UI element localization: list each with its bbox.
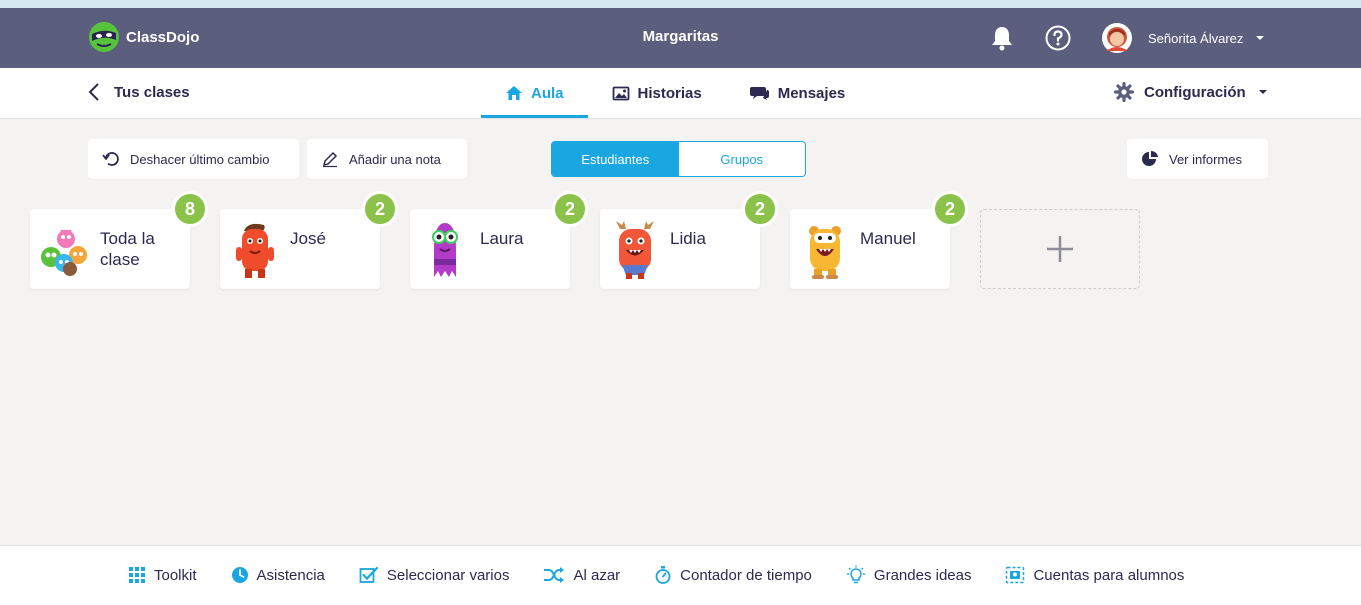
student-accounts-icon bbox=[1006, 566, 1025, 584]
user-name: Señorita Álvarez bbox=[1148, 30, 1244, 46]
checkbox-icon bbox=[359, 566, 379, 583]
monster-avatar-red bbox=[236, 223, 274, 278]
pie-chart-icon bbox=[1142, 150, 1158, 166]
user-avatar bbox=[1102, 23, 1132, 53]
toolkit-button[interactable]: Toolkit bbox=[128, 565, 197, 585]
segment-grupos[interactable]: Grupos bbox=[678, 142, 805, 176]
help-button[interactable] bbox=[1042, 22, 1074, 54]
image-icon bbox=[612, 86, 629, 101]
tab-aula-label: Aula bbox=[531, 84, 564, 102]
monster-avatar-yellow bbox=[809, 226, 841, 279]
random-label: Al azar bbox=[573, 566, 621, 584]
points-badge: 8 bbox=[172, 191, 208, 227]
tab-mensajes-label: Mensajes bbox=[777, 84, 846, 102]
add-note-button[interactable]: Añadir una nota bbox=[307, 139, 467, 179]
student-card-whole-class[interactable]: Toda la clase 8 bbox=[30, 191, 208, 289]
student-name: Manuel bbox=[860, 229, 916, 248]
add-student-button[interactable] bbox=[980, 209, 1140, 289]
points-badge: 2 bbox=[552, 191, 588, 227]
settings-menu[interactable]: Configuración bbox=[1114, 82, 1268, 102]
home-icon bbox=[506, 86, 522, 100]
chevron-down-icon bbox=[1256, 36, 1265, 40]
main-tabs: Aula Historias Mensajes bbox=[481, 68, 869, 118]
classdojo-logo[interactable]: ClassDojo bbox=[88, 21, 199, 53]
student-name: José bbox=[290, 229, 326, 248]
monster-avatar-purple bbox=[432, 223, 458, 277]
timer-label: Contador de tiempo bbox=[680, 566, 812, 584]
view-reports-label: Ver informes bbox=[1169, 151, 1242, 167]
bottom-toolbar: Toolkit Asistencia Seleccionar varios Al… bbox=[0, 545, 1361, 605]
whole-class-avatar bbox=[41, 229, 87, 276]
student-name: Toda la clase bbox=[100, 229, 155, 269]
tab-aula[interactable]: Aula bbox=[481, 68, 588, 118]
pencil-icon bbox=[322, 151, 338, 168]
undo-icon bbox=[102, 152, 119, 166]
back-to-classes[interactable]: Tus clases bbox=[88, 82, 190, 102]
view-segment-control: Estudiantes Grupos bbox=[551, 141, 806, 177]
student-accounts-label: Cuentas para alumnos bbox=[1033, 566, 1185, 584]
points-badge: 2 bbox=[362, 191, 398, 227]
bell-icon bbox=[992, 27, 1012, 51]
student-name: Laura bbox=[480, 229, 524, 248]
plus-icon bbox=[1047, 236, 1073, 262]
tab-historias-label: Historias bbox=[637, 84, 702, 102]
lightbulb-icon bbox=[846, 565, 865, 584]
stopwatch-icon bbox=[655, 566, 671, 584]
chat-icon bbox=[749, 87, 769, 100]
chevron-left-icon bbox=[88, 83, 99, 101]
settings-label: Configuración bbox=[1144, 83, 1246, 101]
grid-icon bbox=[129, 567, 145, 583]
student-card-manuel[interactable]: Manuel 2 bbox=[790, 191, 968, 289]
student-card-jose[interactable]: José 2 bbox=[220, 191, 398, 289]
tab-historias[interactable]: Historias bbox=[588, 68, 726, 118]
toolkit-label: Toolkit bbox=[154, 566, 197, 584]
attendance-label: Asistencia bbox=[256, 566, 325, 584]
notifications-button[interactable] bbox=[986, 22, 1018, 54]
brand-name: ClassDojo bbox=[126, 28, 200, 46]
student-name: Lidia bbox=[670, 229, 706, 248]
view-reports-button[interactable]: Ver informes bbox=[1127, 139, 1268, 179]
timer-button[interactable]: Contador de tiempo bbox=[654, 565, 812, 585]
add-note-label: Añadir una nota bbox=[349, 151, 441, 167]
back-label: Tus clases bbox=[114, 83, 190, 101]
sub-navigation: Tus clases Aula Historias Mensajes Confi… bbox=[0, 68, 1361, 119]
gear-icon bbox=[1114, 82, 1134, 102]
user-menu[interactable]: Señorita Álvarez bbox=[1102, 22, 1265, 54]
chevron-down-icon bbox=[1258, 90, 1267, 94]
shuffle-icon bbox=[544, 567, 565, 583]
select-multiple-button[interactable]: Seleccionar varios bbox=[359, 565, 510, 585]
class-title: Margaritas bbox=[642, 28, 719, 45]
student-accounts-button[interactable]: Cuentas para alumnos bbox=[1005, 565, 1184, 585]
clock-icon bbox=[231, 567, 248, 583]
select-multiple-label: Seleccionar varios bbox=[386, 566, 510, 584]
top-bar: ClassDojo Margaritas Señorita Álvarez bbox=[0, 8, 1361, 68]
student-card-lidia[interactable]: Lidia 2 bbox=[600, 191, 778, 289]
big-ideas-button[interactable]: Grandes ideas bbox=[846, 565, 972, 585]
big-ideas-label: Grandes ideas bbox=[873, 566, 972, 584]
points-badge: 2 bbox=[742, 191, 778, 227]
student-card-laura[interactable]: Laura 2 bbox=[410, 191, 588, 289]
classdojo-logo-icon bbox=[89, 22, 119, 52]
random-button[interactable]: Al azar bbox=[543, 565, 620, 585]
browser-strip bbox=[0, 0, 1361, 8]
segment-estudiantes[interactable]: Estudiantes bbox=[552, 142, 679, 176]
tab-mensajes[interactable]: Mensajes bbox=[726, 68, 870, 118]
monster-avatar-orange bbox=[616, 221, 654, 279]
help-icon bbox=[1045, 25, 1071, 51]
undo-button[interactable]: Deshacer último cambio bbox=[88, 139, 299, 179]
undo-label: Deshacer último cambio bbox=[130, 151, 270, 167]
attendance-button[interactable]: Asistencia bbox=[231, 565, 325, 585]
points-badge: 2 bbox=[932, 191, 968, 227]
